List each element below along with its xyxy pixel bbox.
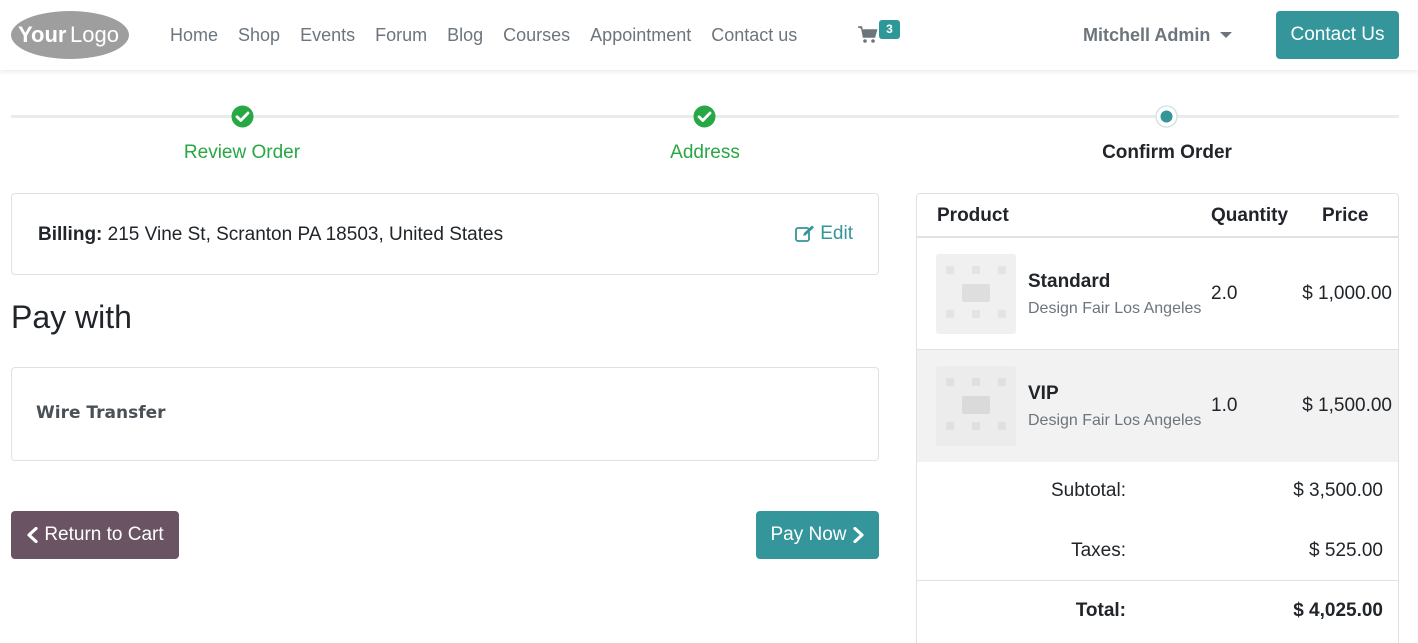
total-value: $ 4,025.00 [1293, 600, 1383, 621]
payment-method-card[interactable]: Wire Transfer [11, 367, 879, 461]
column-header-quantity: Quantity [1211, 205, 1289, 226]
nav-shop[interactable]: Shop [238, 24, 280, 46]
nav-events[interactable]: Events [300, 24, 355, 46]
pay-now-label: Pay Now [770, 524, 847, 545]
step-review-check-icon [231, 105, 254, 128]
step-review-order[interactable]: Review Order [122, 142, 362, 164]
nav-courses[interactable]: Courses [503, 24, 570, 46]
subtotal-label: Subtotal: [1051, 480, 1126, 501]
company-logo[interactable]: Your Logo [10, 10, 131, 60]
total-label: Total: [1075, 600, 1126, 621]
taxes-label: Taxes: [1071, 540, 1126, 561]
svg-text:Your: Your [18, 22, 67, 47]
column-header-product: Product [937, 205, 1009, 226]
product-event: Design Fair Los Angeles [1028, 412, 1202, 429]
edit-label: Edit [820, 223, 853, 244]
cart-count-badge[interactable]: 3 [879, 20, 900, 39]
subtotal-value: $ 3,500.00 [1293, 480, 1383, 501]
product-placeholder-image [936, 366, 1016, 446]
taxes-value: $ 525.00 [1309, 540, 1383, 561]
billing-label: Billing: [38, 224, 103, 245]
product-placeholder-image [936, 254, 1016, 334]
step-address-check-icon [693, 105, 716, 128]
billing-address-value: 215 Vine St, Scranton PA 18503, United S… [107, 224, 504, 245]
product-event: Design Fair Los Angeles [1028, 300, 1202, 317]
column-header-price: Price [1322, 205, 1369, 226]
nav-blog[interactable]: Blog [447, 24, 483, 46]
edit-billing-link[interactable]: Edit [795, 223, 853, 245]
pay-with-heading: Pay with [11, 299, 132, 335]
nav-contact-us[interactable]: Contact us [711, 24, 797, 46]
product-quantity: 1.0 [1211, 395, 1238, 416]
total-divider [917, 580, 1398, 581]
order-summary-header: Product Quantity Price [917, 194, 1398, 238]
nav-forum[interactable]: Forum [375, 24, 427, 46]
table-row: Standard Design Fair Los Angeles 2.0 $ 1… [917, 238, 1398, 350]
nav-home[interactable]: Home [170, 24, 218, 46]
nav-appointment[interactable]: Appointment [590, 24, 691, 46]
chevron-left-icon [27, 527, 38, 543]
main-nav: Home Shop Events Forum Blog Courses Appo… [170, 24, 817, 46]
step-confirm-current-icon [1155, 105, 1178, 128]
product-price: $ 1,000.00 [1302, 283, 1392, 304]
edit-icon [795, 225, 815, 242]
step-confirm-order: Confirm Order [1102, 142, 1232, 163]
user-menu-dropdown[interactable]: Mitchell Admin [1083, 24, 1233, 46]
product-name: VIP [1028, 383, 1059, 404]
chevron-right-icon [852, 527, 864, 543]
return-to-cart-label: Return to Cart [44, 524, 164, 545]
top-navbar: Your Logo Home Shop Events Forum Blog Co… [0, 0, 1418, 70]
caret-down-icon [1220, 32, 1233, 38]
table-row: VIP Design Fair Los Angeles 1.0 $ 1,500.… [917, 350, 1398, 462]
user-name: Mitchell Admin [1083, 25, 1211, 45]
billing-card: Billing: 215 Vine St, Scranton PA 18503,… [11, 193, 879, 275]
svg-text:Logo: Logo [70, 22, 119, 47]
product-price: $ 1,500.00 [1302, 395, 1392, 416]
return-to-cart-button[interactable]: Return to Cart [11, 511, 179, 559]
shopping-cart-icon[interactable] [858, 26, 878, 44]
payment-method-wire-transfer[interactable]: Wire Transfer [36, 403, 166, 423]
billing-address: Billing: 215 Vine St, Scranton PA 18503,… [38, 224, 503, 246]
step-address[interactable]: Address [585, 142, 825, 164]
order-summary-table: Product Quantity Price Standard Design F… [916, 193, 1399, 643]
pay-now-button[interactable]: Pay Now [756, 511, 879, 559]
product-name: Standard [1028, 271, 1111, 292]
contact-us-button[interactable]: Contact Us [1276, 11, 1399, 59]
product-quantity: 2.0 [1211, 283, 1238, 304]
